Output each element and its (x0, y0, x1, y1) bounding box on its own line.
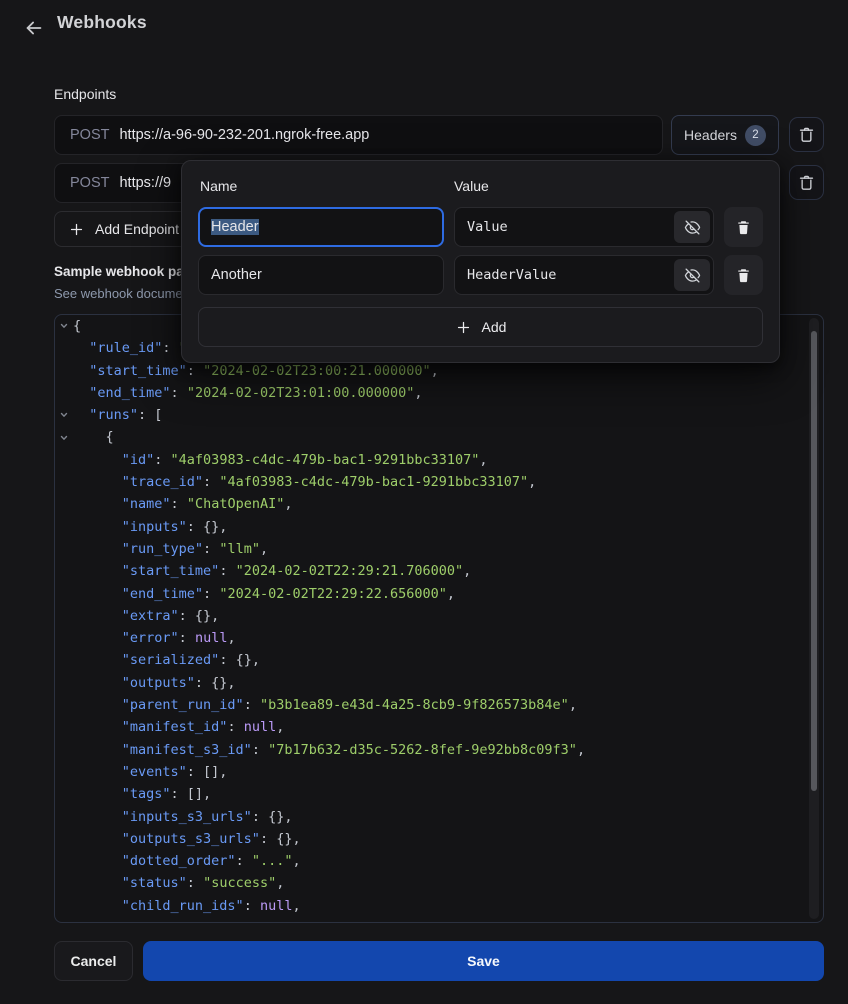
back-button[interactable] (14, 8, 54, 48)
delete-endpoint-button[interactable] (789, 117, 824, 152)
code-line: "outputs_s3_urls": {}, (55, 828, 823, 850)
collapse-chevron-icon[interactable] (55, 404, 73, 426)
code-line: "tags": [], (55, 783, 823, 805)
code-line: "trace_id": "4af03983-c4dc-479b-bac1-929… (55, 471, 823, 493)
add-header-button[interactable]: Add (198, 307, 763, 347)
code-gutter (55, 605, 73, 627)
code-line: "serialized": {}, (55, 649, 823, 671)
code-line: "direct_child_run_ids": null, (55, 917, 823, 923)
header-name-input[interactable]: Header (198, 207, 444, 247)
headers-button[interactable]: Headers 2 (671, 115, 779, 155)
header-value-text: HeaderValue (467, 267, 556, 283)
code-gutter (55, 382, 73, 404)
code-line: "outputs": {}, (55, 672, 823, 694)
collapse-chevron-icon[interactable] (55, 426, 73, 448)
code-gutter (55, 672, 73, 694)
code-line: "start_time": "2024-02-02T22:29:21.70600… (55, 560, 823, 582)
code-gutter (55, 649, 73, 671)
code-scrollbar-thumb[interactable] (811, 331, 817, 791)
code-line: "status": "success", (55, 872, 823, 894)
header-name-input[interactable]: Another (198, 255, 444, 295)
plus-icon (455, 319, 472, 336)
code-line: "end_time": "2024-02-02T22:29:22.656000"… (55, 583, 823, 605)
delete-header-button[interactable] (724, 207, 763, 247)
code-line: "dotted_order": "...", (55, 850, 823, 872)
code-gutter (55, 872, 73, 894)
code-line: "error": null, (55, 627, 823, 649)
plus-icon (68, 221, 85, 238)
save-button[interactable]: Save (143, 941, 824, 981)
code-line: "end_time": "2024-02-02T23:01:00.000000"… (55, 382, 823, 404)
arrow-left-icon (23, 17, 45, 39)
code-gutter (55, 337, 73, 359)
headers-popover: Name Value Header Value Another HeaderVa… (181, 160, 780, 363)
code-line: { (55, 426, 823, 448)
delete-header-button[interactable] (724, 255, 763, 295)
code-gutter (55, 516, 73, 538)
eye-off-icon (684, 219, 701, 236)
code-line: "runs": [ (55, 404, 823, 426)
name-column-label: Name (200, 178, 237, 194)
http-method-label: POST (70, 127, 109, 143)
code-gutter (55, 828, 73, 850)
headers-button-label: Headers (684, 127, 737, 143)
code-gutter (55, 449, 73, 471)
trash-icon (735, 219, 752, 236)
payload-code-block: { "rule_id": "...", "start_time": "2024-… (54, 314, 824, 923)
code-line: "parent_run_id": "b3b1ea89-e43d-4a25-8cb… (55, 694, 823, 716)
toggle-value-visibility-button[interactable] (674, 259, 710, 291)
code-gutter (55, 538, 73, 560)
collapse-chevron-icon[interactable] (55, 315, 73, 337)
eye-off-icon (684, 267, 701, 284)
code-gutter (55, 917, 73, 923)
code-line: "name": "ChatOpenAI", (55, 493, 823, 515)
code-gutter (55, 471, 73, 493)
header-value-text: Value (467, 219, 508, 235)
cancel-button[interactable]: Cancel (54, 941, 133, 981)
headers-count-badge: 2 (745, 125, 766, 146)
code-gutter (55, 850, 73, 872)
code-gutter (55, 739, 73, 761)
http-method-label: POST (70, 175, 109, 191)
value-column-label: Value (454, 178, 489, 194)
code-line: "events": [], (55, 761, 823, 783)
code-gutter (55, 360, 73, 382)
trash-icon (797, 125, 816, 144)
delete-endpoint-button[interactable] (789, 165, 824, 200)
code-line: "id": "4af03983-c4dc-479b-bac1-9291bbc33… (55, 449, 823, 471)
code-gutter (55, 694, 73, 716)
code-gutter (55, 895, 73, 917)
code-line: "manifest_id": null, (55, 716, 823, 738)
page-title: Webhooks (57, 12, 147, 33)
code-gutter (55, 761, 73, 783)
add-endpoint-label: Add Endpoint (95, 221, 179, 237)
endpoint-url-value: https://9 (119, 175, 171, 191)
code-line: "extra": {}, (55, 605, 823, 627)
endpoints-label: Endpoints (54, 86, 116, 102)
code-line: "run_type": "llm", (55, 538, 823, 560)
code-line: "manifest_s3_id": "7b17b632-d35c-5262-8f… (55, 739, 823, 761)
code-gutter (55, 783, 73, 805)
selected-text: Header (211, 219, 259, 235)
code-line: "child_run_ids": null, (55, 895, 823, 917)
toggle-value-visibility-button[interactable] (674, 211, 710, 243)
code-gutter (55, 583, 73, 605)
code-line: "inputs": {}, (55, 516, 823, 538)
endpoint-url-value: https://a-96-90-232-201.ngrok-free.app (119, 127, 369, 143)
endpoint-url-input[interactable]: POST https://a-96-90-232-201.ngrok-free.… (54, 115, 663, 155)
code-gutter (55, 627, 73, 649)
code-gutter (55, 806, 73, 828)
code-gutter (55, 560, 73, 582)
add-header-label: Add (482, 319, 507, 335)
header-value-input[interactable]: HeaderValue (454, 255, 714, 295)
code-line: "inputs_s3_urls": {}, (55, 806, 823, 828)
header-name-text: Another (211, 267, 262, 283)
code-gutter (55, 493, 73, 515)
header-value-input[interactable]: Value (454, 207, 714, 247)
trash-icon (735, 267, 752, 284)
code-scrollbar-track[interactable] (809, 318, 819, 919)
code-gutter (55, 716, 73, 738)
trash-icon (797, 173, 816, 192)
